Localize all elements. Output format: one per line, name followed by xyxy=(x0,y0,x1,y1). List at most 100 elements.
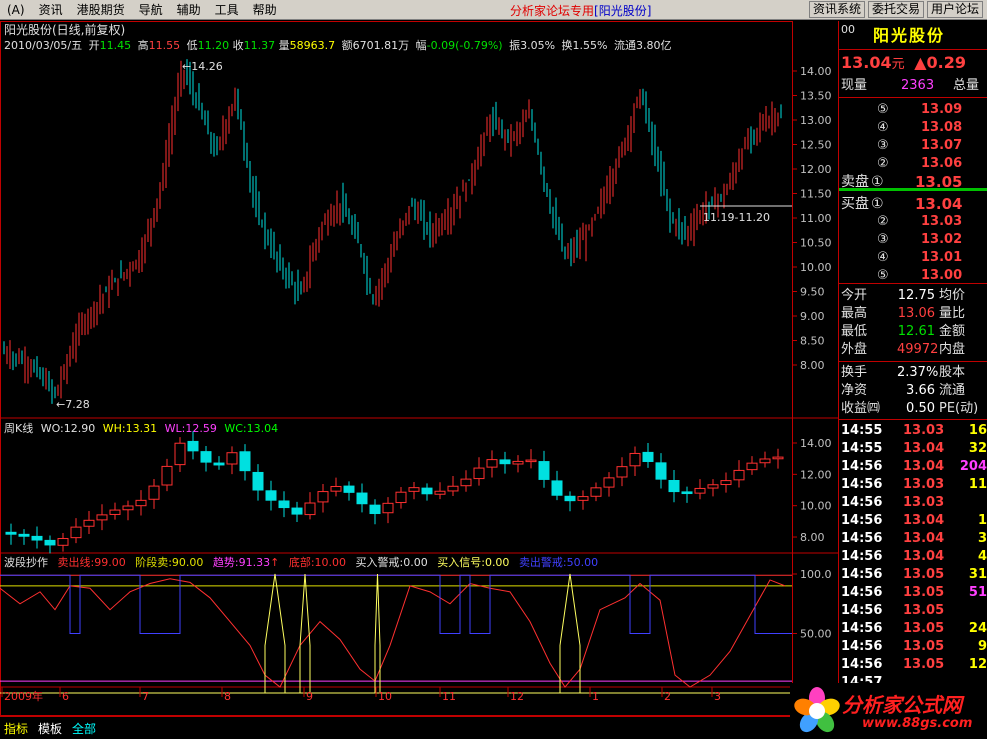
menu-item-help[interactable]: 帮助 xyxy=(246,1,284,18)
weekly-candle-body xyxy=(291,507,303,515)
buy-signal-spike xyxy=(559,573,581,693)
weekly-candle-body xyxy=(733,469,745,481)
menu-item-info[interactable]: 资讯 xyxy=(32,1,70,18)
bid-level-num: ④ xyxy=(877,250,889,265)
tab-all[interactable]: 全部 xyxy=(68,719,100,738)
tab-indicator[interactable]: 指标 xyxy=(0,719,32,738)
weekly-candle-body xyxy=(278,500,290,509)
weekly-candle-body xyxy=(564,495,576,502)
site-logo: 分析家公式网 www.88gs.com xyxy=(790,683,987,739)
price-tick-label: 8.00 xyxy=(800,359,825,372)
panel-sep-vol xyxy=(839,97,987,98)
osc-buy-signal: 买入信号:0.00 xyxy=(437,556,509,569)
osc-trend-arrow: ↑ xyxy=(270,556,279,569)
stat-label: 最低 xyxy=(841,324,868,339)
tab-template[interactable]: 模板 xyxy=(34,719,66,738)
menu-item-tools[interactable]: 工具 xyxy=(208,1,246,18)
weekly-candle-body xyxy=(252,471,264,491)
weekly-candle-body xyxy=(96,514,108,521)
date-tick-label: 2009年 xyxy=(4,689,43,703)
weekly-candle-body xyxy=(681,491,693,495)
osc-tick-label: 100.0 xyxy=(800,568,832,581)
osc-sell-line: 卖出线:99.00 xyxy=(58,555,126,569)
tick-price: 13.04 xyxy=(903,441,945,456)
osc-header: 波段抄作 卖出线:99.00 阶段卖:90.00 趋势:91.33↑ 底部:10… xyxy=(4,555,598,569)
info-turnover: 换1.55% xyxy=(562,38,608,52)
weekly-candle-body xyxy=(525,459,537,463)
ask-level-price: 13.08 xyxy=(921,120,963,135)
weekly-candle-body xyxy=(759,458,771,464)
menu-item-assist[interactable]: 辅助 xyxy=(170,1,208,18)
bid-level-price: 13.03 xyxy=(921,214,963,229)
weekly-candle-body xyxy=(616,466,628,478)
ask-level-num: ⑤ xyxy=(877,102,889,117)
info-amplitude: 振3.05% xyxy=(509,38,555,52)
menu-item-hk-futures[interactable]: 港股期货 xyxy=(70,1,132,18)
price-tick-label: 13.50 xyxy=(800,90,832,103)
osc-axis: 100.0 50.00 xyxy=(792,568,832,641)
weekly-candle-body xyxy=(395,491,407,504)
ask-level-price: 13.06 xyxy=(921,156,963,171)
weekly-candle-body xyxy=(460,478,472,487)
date-tick-label: 8 xyxy=(224,690,231,703)
stock-name: 阳光股份 xyxy=(873,26,946,45)
osc-title: 波段抄作 xyxy=(4,555,48,569)
buy-signal-spike xyxy=(299,573,311,693)
info-vol: 58963.7 xyxy=(290,39,336,52)
tick-time: 14:56 xyxy=(841,567,883,582)
panel-sep-name xyxy=(839,49,987,50)
tick-row: 14:56 13.05 31 xyxy=(841,566,987,584)
panel-sep-bids xyxy=(839,283,987,284)
info-change-label: 幅 xyxy=(416,39,427,52)
weekly-candle-body xyxy=(421,487,433,495)
tick-volume: 16 xyxy=(968,423,987,438)
tick-row: 14:56 13.03 xyxy=(841,494,987,512)
date-tick-label: 3 xyxy=(714,690,721,703)
ask-level-row: ③ 13.07 xyxy=(841,137,987,155)
menu-item-a[interactable]: (A) xyxy=(0,3,32,17)
bid1-num: ① xyxy=(871,196,884,212)
tick-volume: 31 xyxy=(968,567,987,582)
weekly-candle-body xyxy=(434,490,446,495)
stat-right-label: 金额 xyxy=(939,324,966,339)
tick-price: 13.05 xyxy=(903,585,945,600)
weekly-candle-body xyxy=(135,499,147,507)
bid-ask-divider xyxy=(839,188,987,191)
price-tick-label: 14.00 xyxy=(800,65,832,78)
tick-row: 14:56 13.04 3 xyxy=(841,530,987,548)
weekly-candle-body xyxy=(57,538,69,546)
stat-right-label: 流通 xyxy=(939,383,966,398)
stat-label: 净资 xyxy=(841,383,868,398)
tick-row: 14:56 13.04 1 xyxy=(841,512,987,530)
stat-label: 收益㈣ xyxy=(841,401,881,416)
stat-right-label: 内盘 xyxy=(939,342,966,357)
trade-button[interactable]: 委托交易 xyxy=(867,1,924,18)
info-amount: 6701.81万 xyxy=(353,39,410,52)
sell-warn-curve xyxy=(0,574,792,634)
stat-right-label: 股本 xyxy=(939,365,966,380)
osc-stage-sell: 阶段卖:90.00 xyxy=(135,555,203,569)
tick-time: 14:56 xyxy=(841,549,883,564)
bid1-price: 13.04 xyxy=(915,195,963,213)
forum-button[interactable]: 用户论坛 xyxy=(926,1,983,18)
tick-volume: 32 xyxy=(968,441,987,456)
window-title: 分析家论坛专用[阳光股份] xyxy=(510,2,651,19)
weekly-candle-body xyxy=(551,480,563,496)
stat-value: 2.37% xyxy=(897,365,939,380)
weekly-wl: WL:12.59 xyxy=(165,422,217,435)
ask-level-num: ② xyxy=(877,156,889,171)
menu-item-navigate[interactable]: 导航 xyxy=(132,1,170,18)
weekly-candle-body xyxy=(161,465,173,486)
tick-row: 14:56 13.04 4 xyxy=(841,548,987,566)
info-system-button[interactable]: 资讯系统 xyxy=(808,1,865,18)
chart-area[interactable]: 阳光股份(日线,前复权) 2010/03/05/五 开11.45 高11.55 … xyxy=(0,21,838,716)
tick-price: 13.04 xyxy=(903,513,945,528)
weekly-candles xyxy=(5,431,784,554)
tick-price: 13.05 xyxy=(903,639,945,654)
info-line: 2010/03/05/五 开11.45 高11.55 低11.20 收11.37… xyxy=(4,38,671,52)
ask-level-row: ⑤ 13.09 xyxy=(841,101,987,119)
weekly-tick-label: 12.00 xyxy=(800,468,832,481)
quote-panel: 00 阳光股份 13.04元 ▲0.29 现量 2363 总量 ⑤ 13.09 ④ 1… xyxy=(838,21,987,716)
chart-canvas[interactable]: 阳光股份(日线,前复权) 2010/03/05/五 开11.45 高11.55 … xyxy=(0,21,838,716)
high-arrow: ← xyxy=(182,60,191,73)
